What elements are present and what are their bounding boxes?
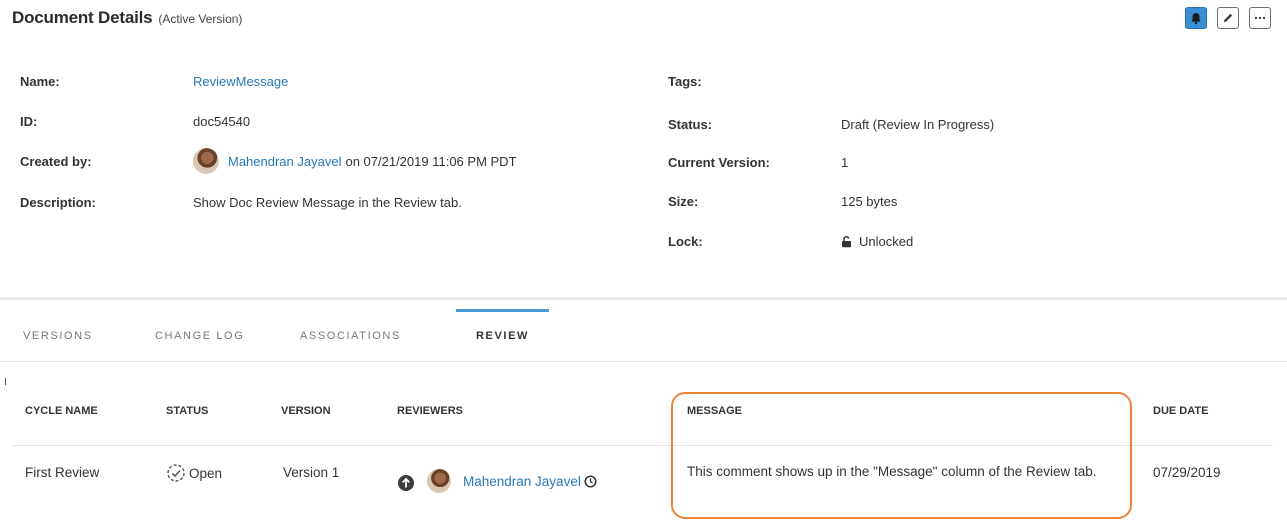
clock-icon [584, 474, 597, 488]
lock-label: Lock: [668, 234, 703, 249]
tab-change-log[interactable]: CHANGE LOG [155, 310, 244, 362]
id-row: ID: [20, 114, 37, 129]
size-value: 125 bytes [841, 194, 898, 209]
unlock-icon [842, 235, 851, 247]
table-header-divider [12, 445, 1273, 446]
tab-review[interactable]: REVIEW [476, 310, 529, 362]
cycle-name-link[interactable]: First Review [25, 465, 99, 480]
created-label: Created by: [20, 154, 92, 169]
name-label: Name: [20, 74, 60, 89]
page-title: Document Details [12, 8, 153, 27]
row-version: Version 1 [283, 465, 340, 480]
id-label: ID: [20, 114, 38, 129]
tags-label: Tags: [668, 74, 702, 89]
description-label: Description: [20, 195, 96, 210]
status-label: Status: [668, 117, 713, 132]
description-value: Show Doc Review Message in the Review ta… [193, 195, 462, 210]
pencil-icon [1224, 13, 1233, 22]
tab-versions[interactable]: VERSIONS [23, 310, 93, 362]
created-row: Created by: [20, 154, 92, 169]
row-status: Open [166, 463, 222, 483]
created-on-value: on 07/21/2019 11:06 PM PDT [345, 153, 517, 169]
size-label: Size: [668, 194, 699, 209]
id-value: doc54540 [193, 114, 251, 129]
status-value: Draft (Review In Progress) [841, 117, 995, 132]
reviewer-avatar [427, 469, 451, 493]
bell-icon [1191, 12, 1201, 24]
edit-button[interactable] [1217, 7, 1239, 29]
name-row: Name: [20, 74, 60, 89]
more-actions-button[interactable] [1249, 7, 1271, 29]
current-version-value: 1 [841, 155, 849, 170]
reviewer-link[interactable]: Mahendran Jayavel [463, 474, 581, 489]
open-status-icon [167, 464, 185, 482]
current-version-label: Current Version: [668, 155, 770, 170]
more-icon [1254, 16, 1266, 20]
created-by-user-link[interactable]: Mahendran Jayavel [228, 154, 341, 169]
column-header-status[interactable]: STATUS [166, 405, 208, 417]
row-reviewers: Mahendran Jayavel [397, 469, 597, 493]
arrow-up-circle-icon [398, 475, 414, 491]
description-row: Description: [20, 195, 96, 210]
column-header-due-date[interactable]: DUE DATE [1153, 405, 1208, 417]
row-message: This comment shows up in the "Message" c… [687, 464, 1097, 479]
row-due-date: 07/29/2019 [1153, 465, 1221, 480]
page-header: Document Details (Active Version) [12, 8, 242, 32]
column-header-message[interactable]: MESSAGE [687, 405, 742, 417]
page-subtitle: (Active Version) [158, 12, 243, 26]
avatar [193, 148, 219, 174]
column-header-version[interactable]: VERSION [281, 405, 331, 417]
status-text: Open [189, 465, 223, 481]
column-header-reviewers[interactable]: REVIEWERS [397, 405, 463, 417]
notifications-button[interactable] [1185, 7, 1207, 29]
tab-bar: VERSIONS CHANGE LOG ASSOCIATIONS REVIEW [0, 309, 1287, 362]
lock-value: Unlocked [859, 234, 914, 249]
section-divider [0, 297, 1287, 300]
tab-associations[interactable]: ASSOCIATIONS [300, 310, 401, 362]
header-actions [1185, 7, 1271, 29]
left-edge-tick [5, 378, 6, 385]
column-header-cycle-name[interactable]: CYCLE NAME [25, 405, 98, 417]
document-name-link[interactable]: ReviewMessage [193, 74, 288, 89]
